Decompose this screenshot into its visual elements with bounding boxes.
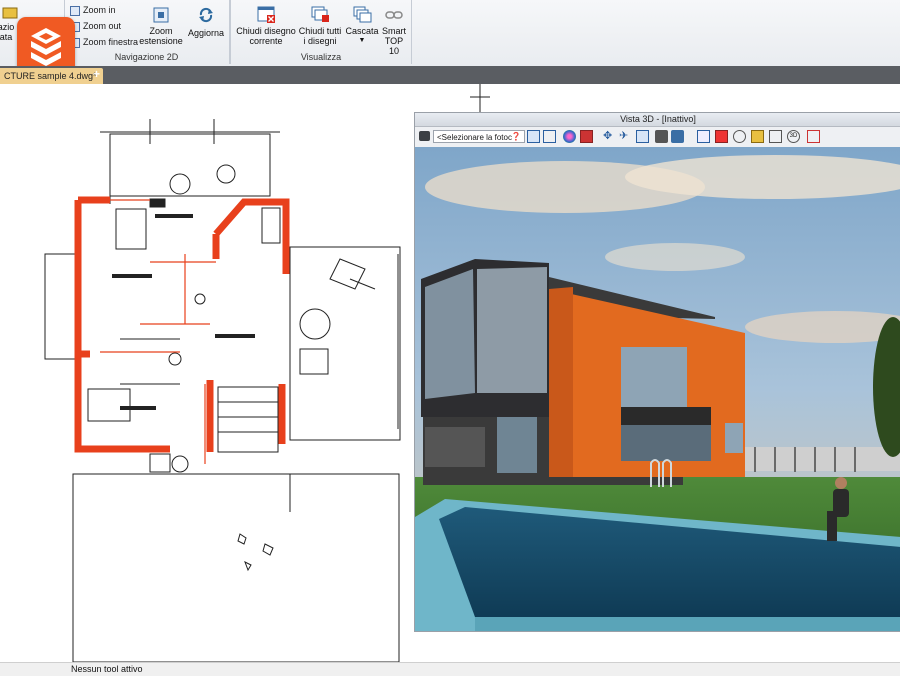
navigate-icon[interactable]: ✥: [603, 130, 616, 143]
view-3d-panel[interactable]: Vista 3D - [Inattivo] <Selezionare la fo…: [414, 112, 900, 632]
camera-icon[interactable]: [419, 131, 430, 141]
fly-icon[interactable]: ✈: [619, 130, 632, 143]
cascade-button[interactable]: Cascata ▼: [345, 6, 379, 46]
status-text: Nessun tool attivo: [71, 664, 143, 674]
ribbon: azio ata Zoom in Zoom out Zoom finestra …: [0, 0, 900, 67]
zoom-extents-label-1: Zoom: [149, 26, 173, 36]
view-zoom-icon[interactable]: [543, 130, 556, 143]
rotate-3d-icon[interactable]: 3D: [787, 130, 800, 143]
close-all-icon: [311, 6, 329, 22]
close-all-label-2: i disegni: [303, 36, 337, 46]
settings-icon[interactable]: [751, 130, 764, 143]
zoom-out-label: Zoom out: [83, 21, 122, 31]
view-3d-title: Vista 3D - [Inattivo]: [415, 113, 900, 127]
status-bar: Nessun tool attivo: [0, 662, 900, 676]
export-icon[interactable]: [697, 130, 710, 143]
view-orbit-icon[interactable]: [527, 130, 540, 143]
close-drawing-button[interactable]: Chiudi disegno corrente: [235, 6, 297, 46]
refresh-button[interactable]: Aggiorna: [186, 6, 226, 38]
ribbon-group-navigazione: Zoom in Zoom out Zoom finestra Zoom este…: [64, 0, 230, 64]
render-icon[interactable]: [563, 130, 576, 143]
close-all-label-1: Chiudi tutti: [298, 26, 342, 36]
close-drawing-label-1: Chiudi disegno: [236, 26, 296, 36]
cascade-dropdown-icon[interactable]: ▼: [345, 36, 379, 46]
sun-icon[interactable]: [715, 130, 728, 143]
zoom-in-icon: [70, 5, 80, 16]
refresh-icon: [199, 7, 213, 23]
view-3d-toolbar: <Selezionare la fotoc ❓ ✥ ✈ 3D: [415, 127, 900, 148]
document-tabbar: CTURE sample 4.dwg* +: [0, 66, 900, 84]
close-all-button[interactable]: Chiudi tutti i disegni: [297, 6, 343, 46]
group-label-view: Visualizza: [300, 52, 342, 62]
zoom-out-button[interactable]: Zoom out: [70, 19, 121, 33]
section-icon[interactable]: [807, 130, 820, 143]
zoom-in-label: Zoom in: [83, 5, 116, 15]
zoom-window-button[interactable]: Zoom finestra: [70, 35, 138, 49]
light-icon[interactable]: [733, 130, 746, 143]
close-drawing-label-2: corrente: [249, 36, 283, 46]
zoom-extents-label-2: estensione: [139, 36, 183, 46]
cascade-icon: [353, 6, 372, 23]
rendered-house-scene: [415, 147, 900, 631]
smart-label-1: Smart: [381, 26, 406, 36]
refresh-label: Aggiorna: [187, 28, 225, 38]
render-viewport[interactable]: [415, 147, 900, 631]
photo-icon[interactable]: [671, 130, 684, 143]
smart-icon: [385, 11, 403, 19]
zoom-extents-button[interactable]: Zoom estensione: [138, 6, 184, 46]
help-icon[interactable]: ❓: [511, 132, 521, 141]
document-tab[interactable]: CTURE sample 4.dwg*: [0, 68, 103, 84]
zoom-in-button[interactable]: Zoom in: [70, 3, 116, 17]
zoom-extents-icon: [153, 7, 169, 23]
cascade-label: Cascata: [345, 26, 379, 36]
drawing-canvas[interactable]: Vista 3D - [Inattivo] <Selezionare la fo…: [0, 84, 900, 662]
close-drawing-icon: [257, 6, 275, 23]
layers-icon[interactable]: [769, 130, 782, 143]
walk-icon[interactable]: [636, 130, 649, 143]
new-tab-button[interactable]: +: [93, 67, 100, 81]
ribbon-group-visualizza: Chiudi disegno corrente Chiudi tutti i d…: [230, 0, 412, 64]
group-label-nav: Navigazione 2D: [114, 52, 179, 62]
zoom-window-label: Zoom finestra: [83, 37, 139, 47]
materials-icon[interactable]: [580, 130, 593, 143]
smart-top10-button[interactable]: Smart TOP 10: [379, 6, 409, 56]
camera-save-icon[interactable]: [655, 130, 668, 143]
